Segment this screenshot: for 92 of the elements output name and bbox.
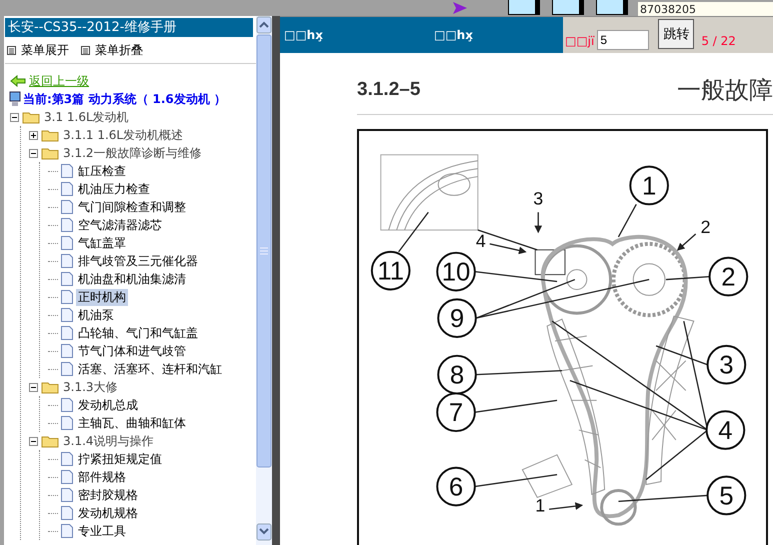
callout-badge: 4 bbox=[706, 410, 746, 450]
tree-item[interactable]: 机油泵 bbox=[76, 306, 116, 324]
callout-badge: 7 bbox=[436, 392, 476, 432]
list-icon bbox=[7, 46, 16, 54]
tree-item[interactable]: 主轴瓦、曲轴和缸体 bbox=[76, 414, 188, 432]
tree-item[interactable]: 机油盘和机油集滤清 bbox=[76, 270, 188, 288]
document-icon bbox=[60, 163, 74, 179]
back-link[interactable]: 返回上一级 bbox=[5, 72, 256, 90]
code-text: 87038205 bbox=[638, 0, 773, 16]
document-icon bbox=[60, 289, 74, 305]
document-icon bbox=[60, 415, 74, 431]
document-icon bbox=[60, 523, 74, 539]
tree-item[interactable]: 气缸盖罩 bbox=[76, 234, 128, 252]
callout-badge: 3 bbox=[706, 344, 746, 385]
tree-item[interactable]: 机油压力检查 bbox=[76, 180, 152, 198]
document-icon bbox=[60, 271, 74, 287]
page-count: 5 / 22 bbox=[701, 34, 736, 48]
document-icon bbox=[60, 325, 74, 341]
collapse-icon[interactable] bbox=[29, 436, 38, 446]
document-icon bbox=[60, 253, 74, 269]
callout-badge: 8 bbox=[437, 354, 477, 394]
callout-badge: 2 bbox=[708, 256, 748, 296]
callout-badge: 5 bbox=[706, 476, 746, 516]
document-icon bbox=[60, 361, 74, 377]
leader-line bbox=[666, 276, 710, 280]
tree-item[interactable]: 气门间隙检查和调整 bbox=[76, 198, 188, 216]
expand-icon[interactable] bbox=[29, 130, 38, 140]
document-icon bbox=[60, 505, 74, 521]
sidebar-title: 长安--CS35--2012-维修手册 bbox=[5, 18, 253, 37]
tree-item[interactable]: 缸压检查 bbox=[76, 162, 128, 180]
callout-badge: 6 bbox=[436, 466, 476, 506]
leader-line bbox=[549, 502, 584, 510]
section-heading: 一般故障 bbox=[677, 74, 773, 106]
scrollbar[interactable] bbox=[256, 16, 272, 545]
computer-icon bbox=[9, 91, 21, 107]
tree-item[interactable]: 部件规格 bbox=[76, 468, 128, 486]
header-title: □□hx̧ bbox=[433, 28, 474, 42]
callout-badge: 11 bbox=[370, 250, 410, 290]
page-label: □□jï bbox=[565, 34, 594, 48]
collapse-icon[interactable] bbox=[10, 112, 19, 122]
tree-item[interactable]: 专业工具 bbox=[76, 522, 128, 540]
tree-item[interactable]: 节气门体和进气歧管 bbox=[76, 342, 188, 360]
folder-icon bbox=[41, 434, 59, 448]
collapse-icon[interactable] bbox=[29, 382, 38, 392]
callout-number: 1 bbox=[535, 495, 546, 516]
go-button[interactable]: 跳转 bbox=[658, 18, 694, 48]
document-icon bbox=[60, 397, 74, 413]
menu-link[interactable]: 菜单展开 bbox=[7, 40, 69, 60]
tree-item[interactable]: 3.1.4说明与操作 bbox=[61, 432, 156, 450]
tree-item[interactable]: 密封胶规格 bbox=[76, 486, 140, 504]
document-icon bbox=[60, 181, 74, 197]
tree-item[interactable]: 发动机规格 bbox=[76, 504, 140, 522]
tree-item[interactable]: 3.1.1 1.6L发动机概述 bbox=[61, 126, 186, 144]
tree-item[interactable]: 空气滤清器滤芯 bbox=[76, 216, 164, 234]
document-icon bbox=[60, 307, 74, 323]
document-icon bbox=[60, 487, 74, 503]
arrow-left-icon bbox=[10, 75, 26, 87]
tree-item[interactable]: 发动机总成 bbox=[76, 396, 140, 414]
folder-icon bbox=[41, 146, 59, 160]
callout-number: 4 bbox=[476, 230, 486, 251]
leader-line bbox=[676, 234, 696, 251]
tree-item[interactable]: 3.1 1.6L发动机 bbox=[42, 108, 131, 126]
header-title: □□hx̧ bbox=[283, 28, 324, 42]
page-input[interactable]: 5 bbox=[597, 30, 650, 50]
callout-badge: 1 bbox=[629, 166, 669, 206]
document-icon bbox=[60, 343, 74, 359]
tree-item[interactable]: 活塞、活塞环、连杆和汽缸 bbox=[76, 360, 224, 378]
section-number: 3.1.2–5 bbox=[357, 78, 420, 100]
collapse-icon[interactable] bbox=[29, 148, 38, 158]
document-icon bbox=[60, 451, 74, 467]
menu-link[interactable]: 菜单折叠 bbox=[81, 40, 143, 60]
folder-icon bbox=[41, 380, 59, 394]
current-chapter-text: 当前:第3篇 动力系统（ 1.6发动机 ） bbox=[23, 90, 226, 108]
tree-item[interactable]: 凸轮轴、气门和气缸盖 bbox=[76, 324, 200, 342]
tree-item[interactable]: 3.1.3大修 bbox=[61, 378, 120, 396]
document-icon bbox=[60, 199, 74, 215]
callout-number: 2 bbox=[700, 217, 711, 237]
document-icon bbox=[60, 469, 74, 485]
tree-item[interactable]: 3.1.2一般故障诊断与维修 bbox=[61, 144, 204, 162]
tree-item[interactable]: 排气歧管及三元催化器 bbox=[76, 252, 200, 270]
list-icon bbox=[81, 46, 90, 54]
callout-number: 3 bbox=[533, 188, 544, 208]
leader-line bbox=[398, 212, 429, 252]
folder-icon bbox=[22, 110, 40, 124]
document-icon bbox=[60, 217, 74, 233]
folder-icon bbox=[41, 128, 59, 142]
callout-badge: 9 bbox=[437, 298, 477, 338]
callout-badge: 10 bbox=[436, 252, 476, 292]
tree-item[interactable]: 正时机构 bbox=[76, 288, 128, 306]
tree-item[interactable]: 拧紧扭矩规定值 bbox=[76, 450, 164, 468]
document-icon bbox=[60, 235, 74, 251]
leader-line bbox=[618, 204, 637, 238]
